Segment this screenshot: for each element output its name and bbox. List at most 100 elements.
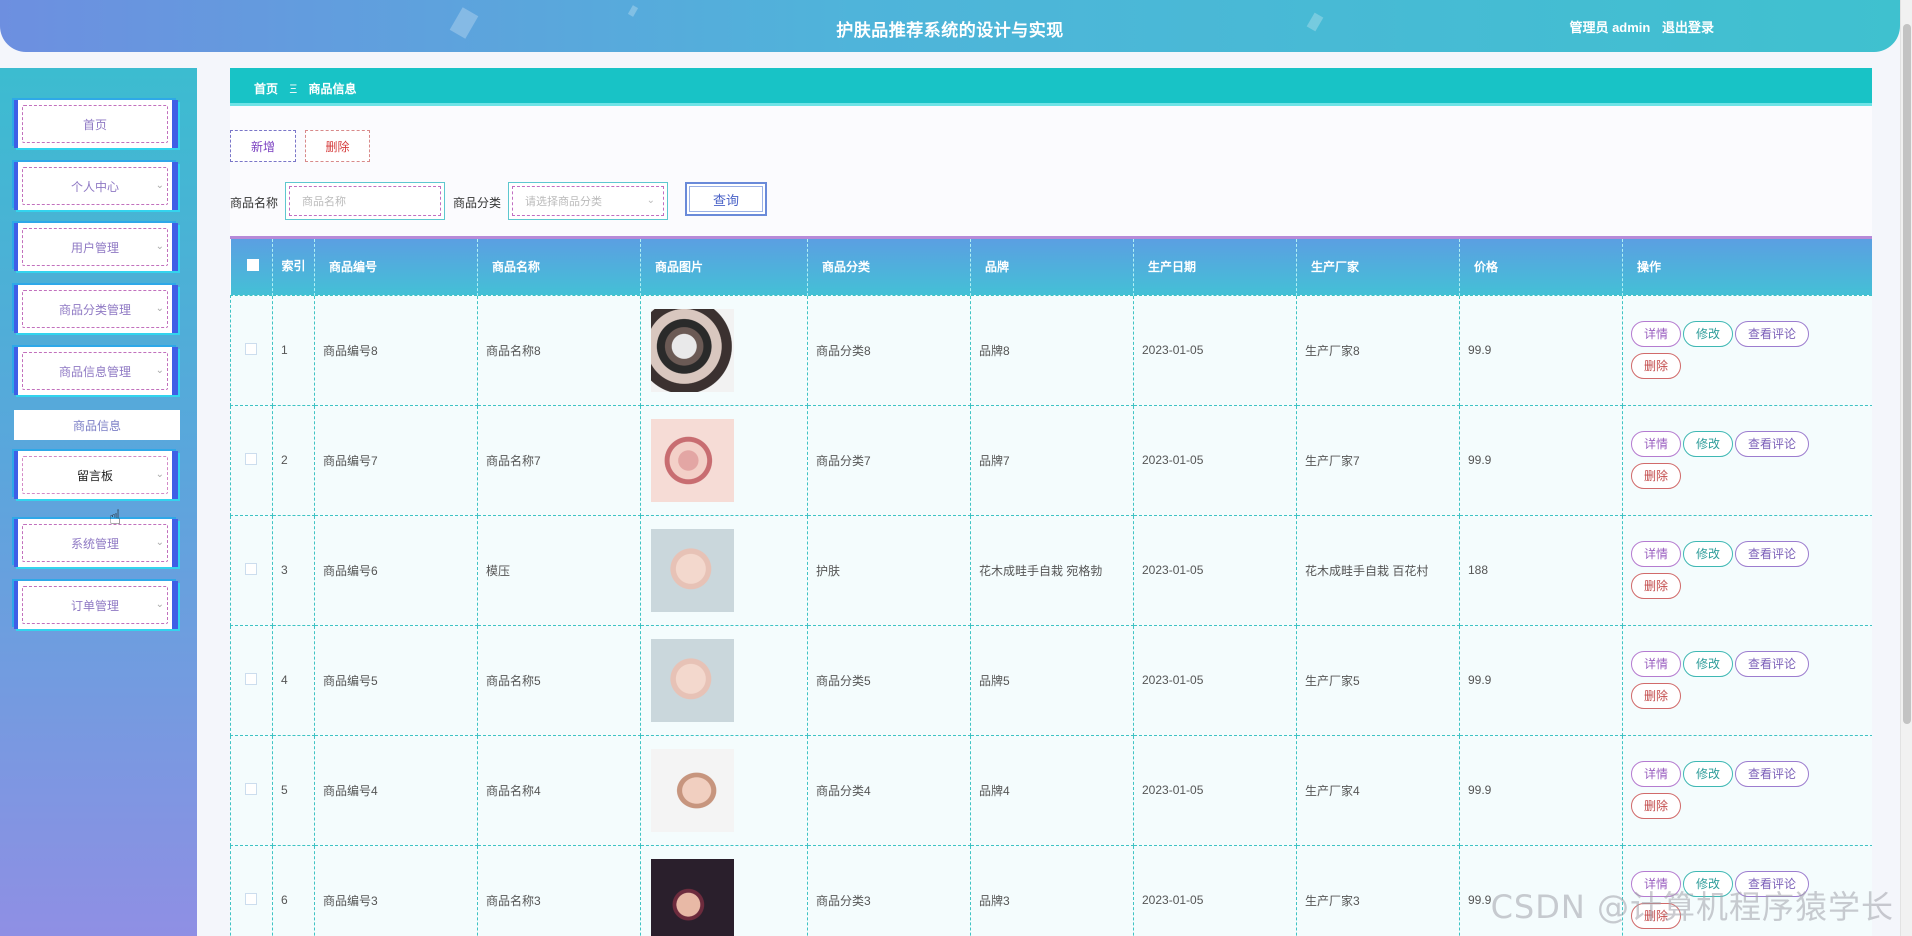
sidebar-item-label: 用户管理 bbox=[70, 240, 119, 255]
checkbox-icon bbox=[245, 452, 257, 465]
row-checkbox[interactable] bbox=[230, 294, 273, 406]
table-row: 3 商品编号6 模压 护肤 花木成畦手自栽 宛格勃 2023-01-05 花木成畦手自栽 百… bbox=[230, 514, 1872, 626]
cell-maker: 生产厂家8 bbox=[1296, 294, 1460, 406]
sidebar-item-profile[interactable]: 个人中心 ⌄ bbox=[14, 162, 178, 210]
sidebar-item-category[interactable]: 商品分类管理 ⌄ bbox=[14, 285, 178, 333]
sidebar-item-label: 商品信息管理 bbox=[58, 364, 131, 379]
main-content: 首页 Ξ 商品信息 新增 删除 商品名称 商品名称 商品分类 请选择商品分类 ⌄ … bbox=[230, 68, 1872, 936]
cell-image bbox=[640, 844, 808, 936]
cell-index: 5 bbox=[272, 734, 315, 846]
chevron-down-icon: ⌄ bbox=[155, 537, 164, 548]
cell-image bbox=[640, 624, 808, 736]
view-reviews-button[interactable]: 查看评论 bbox=[1735, 651, 1810, 677]
cell-maker: 生产厂家5 bbox=[1296, 624, 1460, 736]
detail-button[interactable]: 详情 bbox=[1631, 871, 1682, 897]
cell-category: 商品分类7 bbox=[807, 404, 971, 516]
cell-code: 商品编号3 bbox=[314, 844, 478, 936]
cell-category: 商品分类4 bbox=[807, 734, 971, 846]
view-reviews-button[interactable]: 查看评论 bbox=[1735, 871, 1810, 897]
row-checkbox[interactable] bbox=[230, 514, 273, 626]
sidebar-item-users[interactable]: 用户管理 ⌄ bbox=[14, 223, 178, 271]
delete-button[interactable]: 删除 bbox=[305, 130, 370, 162]
cell-image bbox=[640, 294, 808, 406]
row-delete-button[interactable]: 删除 bbox=[1631, 793, 1682, 819]
row-checkbox[interactable] bbox=[230, 734, 273, 846]
select-all-checkbox[interactable] bbox=[230, 239, 273, 295]
cell-date: 2023-01-05 bbox=[1133, 844, 1297, 936]
submenu-item-product-info[interactable]: 商品信息 bbox=[14, 410, 180, 440]
product-image[interactable] bbox=[651, 308, 734, 392]
cell-price: 99.9 bbox=[1459, 624, 1623, 736]
checkbox-icon bbox=[245, 892, 257, 905]
row-checkbox[interactable] bbox=[230, 624, 273, 736]
column-header-date: 生产日期 bbox=[1133, 239, 1297, 295]
sidebar-item-home[interactable]: 首页 bbox=[14, 100, 178, 148]
cell-actions: 详情 修改 查看评论删除 bbox=[1622, 404, 1872, 516]
view-reviews-button[interactable]: 查看评论 bbox=[1735, 431, 1810, 457]
product-image[interactable] bbox=[651, 528, 734, 612]
cell-date: 2023-01-05 bbox=[1133, 624, 1297, 736]
sidebar-item-messages[interactable]: 留言板 ⌄ bbox=[14, 451, 178, 499]
cell-maker: 生产厂家7 bbox=[1296, 404, 1460, 516]
product-image[interactable] bbox=[651, 858, 734, 936]
row-delete-button[interactable]: 删除 bbox=[1631, 353, 1682, 379]
top-header: 护肤品推荐系统的设计与实现 管理员 admin 退出登录 bbox=[0, 0, 1900, 52]
detail-button[interactable]: 详情 bbox=[1631, 651, 1682, 677]
cell-price: 99.9 bbox=[1459, 294, 1623, 406]
edit-button[interactable]: 修改 bbox=[1683, 321, 1734, 347]
detail-button[interactable]: 详情 bbox=[1631, 761, 1682, 787]
view-reviews-button[interactable]: 查看评论 bbox=[1735, 321, 1810, 347]
chevron-down-icon: ⌄ bbox=[155, 365, 164, 376]
sidebar-item-system[interactable]: 系统管理 ⌄ bbox=[14, 519, 178, 567]
table-row: 2 商品编号7 商品名称7 商品分类7 品牌7 2023-01-05 生产厂家7 99.9 详情… bbox=[230, 404, 1872, 516]
view-reviews-button[interactable]: 查看评论 bbox=[1735, 541, 1810, 567]
row-delete-button[interactable]: 删除 bbox=[1631, 463, 1682, 489]
cell-date: 2023-01-05 bbox=[1133, 734, 1297, 846]
chevron-down-icon: ⌄ bbox=[155, 303, 164, 314]
edit-button[interactable]: 修改 bbox=[1683, 761, 1734, 787]
search-button[interactable]: 查询 bbox=[685, 182, 767, 216]
sidebar-item-products[interactable]: 商品信息管理 ⌄ bbox=[14, 347, 178, 395]
column-header-category: 商品分类 bbox=[807, 239, 971, 295]
product-image[interactable] bbox=[651, 748, 734, 832]
cell-index: 4 bbox=[272, 624, 315, 736]
cell-name: 商品名称5 bbox=[477, 624, 641, 736]
cell-actions: 详情 修改 查看评论删除 bbox=[1622, 844, 1872, 936]
row-delete-button[interactable]: 删除 bbox=[1631, 683, 1682, 709]
edit-button[interactable]: 修改 bbox=[1683, 541, 1734, 567]
page-scrollbar[interactable] bbox=[1900, 0, 1912, 936]
edit-button[interactable]: 修改 bbox=[1683, 871, 1734, 897]
column-header-maker: 生产厂家 bbox=[1296, 239, 1460, 295]
sidebar-item-label: 系统管理 bbox=[70, 536, 119, 551]
detail-button[interactable]: 详情 bbox=[1631, 541, 1682, 567]
cell-category: 商品分类8 bbox=[807, 294, 971, 406]
row-checkbox[interactable] bbox=[230, 844, 273, 936]
chevron-down-icon: ⌄ bbox=[155, 241, 164, 252]
detail-button[interactable]: 详情 bbox=[1631, 321, 1682, 347]
column-header-brand: 品牌 bbox=[970, 239, 1134, 295]
logout-link[interactable]: 退出登录 bbox=[1662, 20, 1714, 35]
edit-button[interactable]: 修改 bbox=[1683, 651, 1734, 677]
product-image[interactable] bbox=[651, 418, 734, 502]
scrollbar-thumb[interactable] bbox=[1903, 24, 1911, 724]
product-category-select[interactable]: 请选择商品分类 ⌄ bbox=[508, 182, 668, 220]
row-delete-button[interactable]: 删除 bbox=[1631, 573, 1682, 599]
sidebar-item-orders[interactable]: 订单管理 ⌄ bbox=[14, 581, 178, 629]
cell-code: 商品编号6 bbox=[314, 514, 478, 626]
breadcrumb-home[interactable]: 首页 bbox=[254, 82, 278, 96]
table-body: 1 商品编号8 商品名称8 商品分类8 品牌8 2023-01-05 生产厂家8 99.9 详情… bbox=[230, 294, 1872, 936]
cell-actions: 详情 修改 查看评论删除 bbox=[1622, 734, 1872, 846]
cell-price: 99.9 bbox=[1459, 734, 1623, 846]
view-reviews-button[interactable]: 查看评论 bbox=[1735, 761, 1810, 787]
detail-button[interactable]: 详情 bbox=[1631, 431, 1682, 457]
cell-name: 商品名称8 bbox=[477, 294, 641, 406]
add-button[interactable]: 新增 bbox=[230, 130, 296, 162]
row-delete-button[interactable]: 删除 bbox=[1631, 903, 1682, 929]
sidebar-item-label: 商品分类管理 bbox=[58, 302, 131, 317]
row-checkbox[interactable] bbox=[230, 404, 273, 516]
cell-maker: 生产厂家4 bbox=[1296, 734, 1460, 846]
edit-button[interactable]: 修改 bbox=[1683, 431, 1734, 457]
product-name-input[interactable]: 商品名称 bbox=[285, 182, 445, 220]
product-image[interactable] bbox=[651, 638, 734, 722]
product-category-label: 商品分类 bbox=[453, 196, 502, 210]
